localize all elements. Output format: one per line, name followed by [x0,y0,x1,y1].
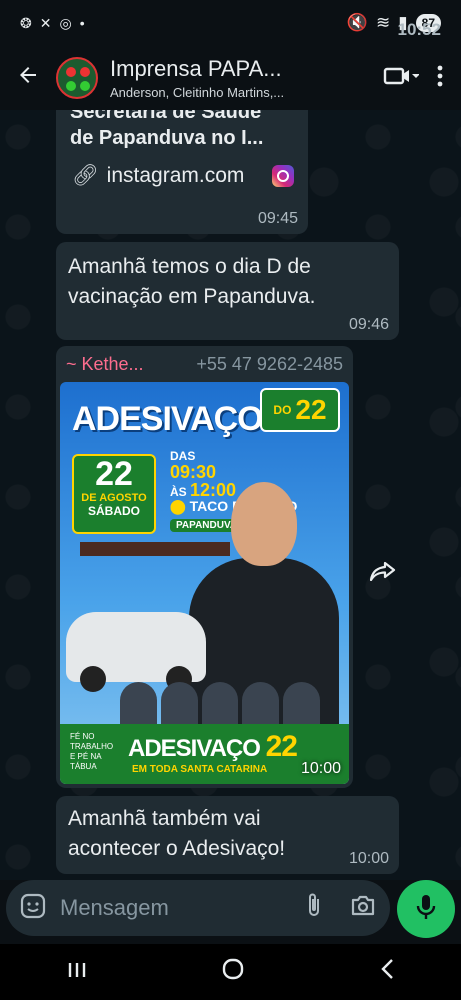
chat-title: Imprensa PAPA... [110,56,282,81]
back-nav-icon[interactable] [380,958,394,986]
message-bubble[interactable]: Secretaria de Saúde de Papanduva no I...… [56,110,308,234]
chat-area[interactable]: Secretaria de Saúde de Papanduva no I...… [0,110,461,880]
message-bubble[interactable]: Amanhã temos o dia D de vacinação em Pap… [56,242,399,340]
chat-participants: Anderson, Cleitinho Martins,... [110,85,285,100]
recent-apps-icon[interactable] [67,959,87,985]
more-options-icon[interactable] [437,65,443,92]
message-time: 10:00 [300,760,341,777]
dot-icon: • [79,15,85,31]
poster-image[interactable]: ADESIVAÇO DO 22 22 DE AGOSTO SÁBADO DAS … [60,382,349,784]
system-navigation-bar [0,944,461,1000]
chat-header: Imprensa PAPA... Anderson, Cleitinho Mar… [0,46,461,110]
back-arrow-icon[interactable] [0,63,56,94]
poster-car-graphic [66,612,206,692]
image-message-bubble[interactable]: ~ Kethe... +55 47 9262-2485 ADESIVAÇO DO… [56,346,353,788]
link-row[interactable]: 🔗︎ instagram.com [56,152,308,188]
camera-icon[interactable] [350,894,376,922]
poster-title: ADESIVAÇO [72,400,264,438]
instagram-icon [272,165,294,187]
forward-icon[interactable] [366,554,400,588]
wifi-icon: ≋ [376,13,391,32]
location-pin-icon: ⬤ [170,498,186,514]
home-icon[interactable] [221,957,245,987]
message-composer[interactable]: Mensagem [6,880,390,936]
microphone-icon [416,893,436,926]
chat-title-area[interactable]: Imprensa PAPA... Anderson, Cleitinho Mar… [110,56,320,100]
voice-message-button[interactable] [397,880,455,938]
clock: 10:52 [397,20,441,39]
notification-icon: ❂ [20,14,32,31]
message-input[interactable]: Mensagem [60,895,169,921]
status-bar: 10:52 ❂ ✕ ◎ • 🔇 ≋ ▮ 87 [0,0,461,46]
message-text: Amanhã também vai acontecer o Adesivaço! [68,807,286,860]
message-time: 10:00 [348,850,389,867]
instagram-app-icon: ◎ [59,14,72,31]
message-time: 09:46 [348,316,389,333]
sticker-icon[interactable] [20,893,46,924]
group-avatar[interactable] [56,57,98,99]
sender-phone: +55 47 9262-2485 [196,354,343,374]
message-time: 09:45 [257,210,298,227]
message-bubble[interactable]: Amanhã também vai acontecer o Adesivaço!… [56,796,399,874]
link-icon: 🔗︎ [72,164,99,187]
link-domain: instagram.com [106,164,245,187]
poster-date-box: 22 DE AGOSTO SÁBADO [72,454,156,534]
attach-icon[interactable] [306,892,322,924]
link-preview-title[interactable]: Secretaria de Saúde de Papanduva no I... [56,110,308,152]
sender-name[interactable]: ~ Kethe... [66,354,144,375]
video-call-icon[interactable] [383,64,420,93]
mute-icon: 🔇 [346,13,369,32]
poster-number-badge: DO 22 [260,388,340,432]
message-text: Amanhã temos o dia D de vacinação em Pap… [68,255,316,308]
x-app-icon: ✕ [39,14,52,31]
